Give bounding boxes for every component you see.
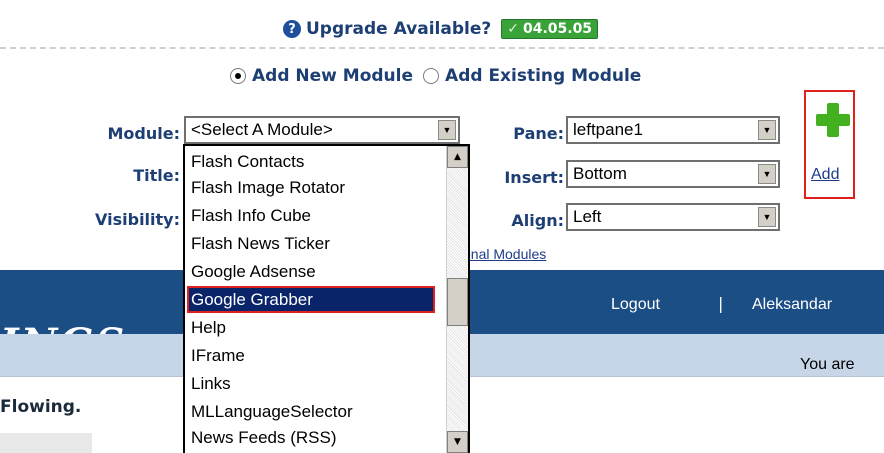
insert-select-value: Bottom xyxy=(573,164,627,183)
dropdown-scrollbar[interactable]: ▲ ▼ xyxy=(446,146,468,453)
check-icon: ✓ xyxy=(507,21,519,37)
scroll-thumb[interactable] xyxy=(447,278,468,326)
module-select[interactable]: <Select A Module> ▼ xyxy=(184,116,460,144)
radio-add-existing[interactable] xyxy=(423,68,440,84)
version-number: 04.05.05 xyxy=(522,21,593,37)
align-label: Align: xyxy=(511,211,564,230)
visibility-label: Visibility: xyxy=(95,210,180,229)
module-dropdown-list[interactable]: Flash Contacts Flash Image Rotator Flash… xyxy=(183,144,470,453)
user-name-link[interactable]: Aleksandar xyxy=(752,296,832,314)
module-label: Module: xyxy=(107,124,181,143)
add-module-link[interactable]: Add xyxy=(811,166,839,184)
module-select-value: <Select A Module> xyxy=(191,120,333,139)
chevron-down-icon[interactable]: ▼ xyxy=(438,120,456,140)
optional-modules-link[interactable]: onal Modules xyxy=(463,246,546,262)
version-badge[interactable]: ✓ 04.05.05 xyxy=(501,19,599,39)
list-item[interactable]: Flash News Ticker xyxy=(189,232,429,255)
help-icon: ? xyxy=(283,20,301,38)
radio-add-existing-label[interactable]: Add Existing Module xyxy=(445,66,641,86)
list-item[interactable]: Links xyxy=(189,372,429,395)
pane-label: Pane: xyxy=(513,124,564,143)
radio-add-new-label[interactable]: Add New Module xyxy=(252,66,413,86)
upgrade-banner[interactable]: ? Upgrade Available? ✓ 04.05.05 xyxy=(283,17,599,41)
site-tagline: Flowing. xyxy=(0,397,82,417)
insert-select[interactable]: Bottom ▼ xyxy=(566,160,780,188)
list-item[interactable]: Flash Image Rotator xyxy=(189,176,429,199)
list-item[interactable]: Flash Info Cube xyxy=(189,204,429,227)
list-item[interactable]: Flash Contacts xyxy=(189,150,429,173)
chevron-down-icon[interactable]: ▼ xyxy=(758,207,776,227)
logout-link[interactable]: Logout xyxy=(611,296,660,314)
pane-select-value: leftpane1 xyxy=(573,120,643,139)
breadcrumb-text: You are xyxy=(800,356,855,373)
pane-select[interactable]: leftpane1 ▼ xyxy=(566,116,780,144)
align-select[interactable]: Left ▼ xyxy=(566,203,780,231)
list-item[interactable]: IFrame xyxy=(189,344,429,367)
list-item[interactable]: Help xyxy=(189,316,429,339)
scroll-down-icon[interactable]: ▼ xyxy=(447,431,468,453)
radio-add-new[interactable] xyxy=(230,68,246,84)
upgrade-text[interactable]: Upgrade Available? xyxy=(306,19,491,39)
insert-label: Insert: xyxy=(504,168,564,187)
list-item[interactable]: News Feeds (RSS) xyxy=(189,426,429,449)
list-item[interactable]: MLLanguageSelector xyxy=(189,400,429,423)
title-label: Title: xyxy=(133,166,180,185)
dashed-divider xyxy=(0,47,884,49)
align-select-value: Left xyxy=(573,207,602,226)
list-item[interactable]: Google Adsense xyxy=(189,260,429,283)
list-item-selected[interactable]: Google Grabber xyxy=(187,286,435,313)
chevron-down-icon[interactable]: ▼ xyxy=(758,120,776,140)
side-strip xyxy=(0,433,92,453)
chevron-down-icon[interactable]: ▼ xyxy=(758,164,776,184)
plus-icon[interactable] xyxy=(816,103,850,137)
nav-separator: | xyxy=(718,294,724,313)
scroll-up-icon[interactable]: ▲ xyxy=(447,146,468,168)
module-mode-radios: Add New Module Add Existing Module xyxy=(230,64,641,88)
